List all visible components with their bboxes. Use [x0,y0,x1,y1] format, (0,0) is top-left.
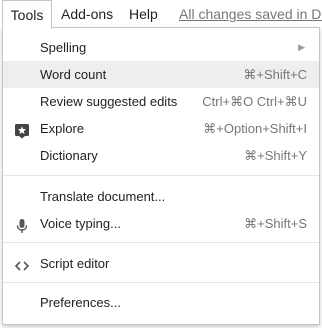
menu-item-word-count[interactable]: Word count ⌘+Shift+C [3,61,319,88]
menu-item-shortcut: ⌘+Shift+S [244,216,307,231]
tools-dropdown-menu: Spelling ▶ Word count ⌘+Shift+C Review s… [2,27,320,325]
save-status-link[interactable]: All changes saved in Dr [179,0,322,28]
menu-item-label: Preferences... [40,295,121,310]
menu-item-explore[interactable]: Explore ⌘+Option+Shift+I [3,115,319,142]
menu-item-voice-typing[interactable]: Voice typing... ⌘+Shift+S [3,210,319,237]
menu-item-label: Word count [40,67,107,82]
menu-item-dictionary[interactable]: Dictionary ⌘+Shift+Y [3,142,319,169]
menu-item-label: Dictionary [40,148,98,163]
menu-tools[interactable]: Tools [2,0,52,29]
menu-item-label: Review suggested edits [40,94,178,109]
menu-item-spelling[interactable]: Spelling ▶ [3,34,319,61]
menu-item-shortcut: ⌘+Option+Shift+I [203,121,307,136]
menu-addons[interactable]: Add-ons [61,0,113,28]
menu-bar: Tools Add-ons Help All changes saved in … [0,0,322,29]
microphone-icon [14,216,30,233]
menu-separator [3,242,319,243]
menu-separator [3,282,319,283]
menu-item-shortcut: Ctrl+⌘O Ctrl+⌘U [202,94,307,109]
menu-item-shortcut: ⌘+Shift+Y [244,148,307,163]
menu-item-review-suggested-edits[interactable]: Review suggested edits Ctrl+⌘O Ctrl+⌘U [3,88,319,115]
menu-separator [3,175,319,176]
menu-item-preferences[interactable]: Preferences... [3,289,319,316]
menu-item-label: Spelling [40,40,87,55]
menu-help[interactable]: Help [129,0,158,28]
code-icon [14,256,30,272]
menu-item-translate-document[interactable]: Translate document... [3,183,319,210]
docs-window: Tools Add-ons Help All changes saved in … [0,0,322,328]
menu-item-label: Translate document... [40,189,166,204]
menu-item-label: Script editor [40,256,110,271]
menu-item-script-editor[interactable]: Script editor [3,250,319,277]
explore-icon [14,121,30,139]
menu-item-label: Voice typing... [40,216,121,231]
menu-item-label: Explore [40,121,85,136]
submenu-arrow-icon: ▶ [298,42,305,52]
menu-item-shortcut: ⌘+Shift+C [243,67,307,82]
